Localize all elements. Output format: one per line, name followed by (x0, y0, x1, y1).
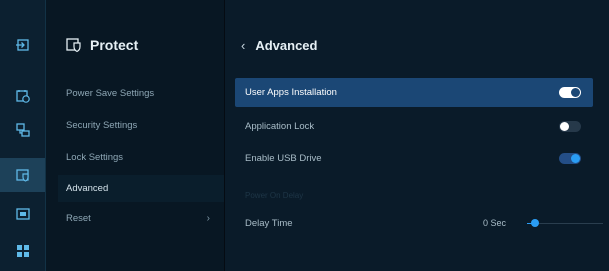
setting-label: Application Lock (245, 121, 315, 132)
chevron-right-icon: › (206, 213, 210, 224)
content-panel: ‹ Advanced User Apps Installation Applic… (225, 0, 609, 271)
submenu-item-label: Security Settings (66, 119, 138, 131)
apps-grid-icon (16, 245, 29, 257)
enable-usb-drive-toggle[interactable] (559, 153, 581, 164)
input-source-icon (15, 39, 29, 51)
submenu-item-lock[interactable]: Lock Settings (66, 143, 224, 171)
toggle-knob (571, 154, 580, 163)
submenu-item-label: Lock Settings (66, 151, 124, 163)
toggle-knob (571, 88, 580, 97)
back-arrow-icon[interactable]: ‹ (241, 38, 245, 53)
setting-label: Enable USB Drive (245, 153, 322, 164)
rail-item-clock[interactable] (0, 79, 45, 113)
setting-label: User Apps Installation (245, 87, 337, 98)
toggle-knob (560, 122, 569, 131)
setting-row-user-apps-installation[interactable]: User Apps Installation (235, 78, 593, 107)
user-apps-installation-toggle[interactable] (559, 87, 581, 98)
setting-row-delay-time[interactable]: Delay Time 0 Sec (235, 209, 603, 238)
protect-icon (66, 38, 81, 53)
settings-screen: Protect Power Save Settings Security Set… (0, 0, 609, 271)
submenu-item-reset[interactable]: Reset › (66, 204, 224, 232)
submenu-header: Protect (66, 36, 138, 54)
rail-item-input[interactable] (0, 28, 45, 62)
rail-item-network[interactable] (0, 113, 45, 147)
submenu-item-security[interactable]: Security Settings (66, 111, 224, 139)
display-icon (15, 208, 30, 220)
submenu-title: Protect (90, 37, 139, 53)
delay-time-value: 0 Sec (483, 218, 507, 228)
network-icon (15, 123, 30, 137)
submenu-item-power-save[interactable]: Power Save Settings (66, 79, 224, 107)
setting-row-enable-usb-drive[interactable]: Enable USB Drive (235, 144, 593, 173)
submenu-item-advanced[interactable]: Advanced (66, 174, 224, 202)
setting-label: Delay Time (245, 218, 293, 229)
section-label-power-on-delay: Power On Delay (245, 191, 304, 200)
rail-item-apps[interactable] (0, 234, 45, 268)
setting-row-application-lock[interactable]: Application Lock (235, 112, 593, 141)
clock-settings-icon (15, 90, 30, 103)
submenu-item-label: Advanced (66, 182, 109, 194)
application-lock-toggle[interactable] (559, 121, 581, 132)
submenu-item-label: Power Save Settings (66, 87, 155, 99)
rail-item-protect[interactable] (0, 158, 45, 192)
rail-item-display[interactable] (0, 197, 45, 231)
submenu-item-label: Reset (66, 212, 91, 224)
icon-rail (0, 0, 46, 271)
content-title: Advanced (255, 37, 318, 53)
content-header: ‹ Advanced (241, 36, 317, 54)
protect-icon (15, 169, 29, 182)
delay-time-slider-handle[interactable] (530, 219, 539, 227)
